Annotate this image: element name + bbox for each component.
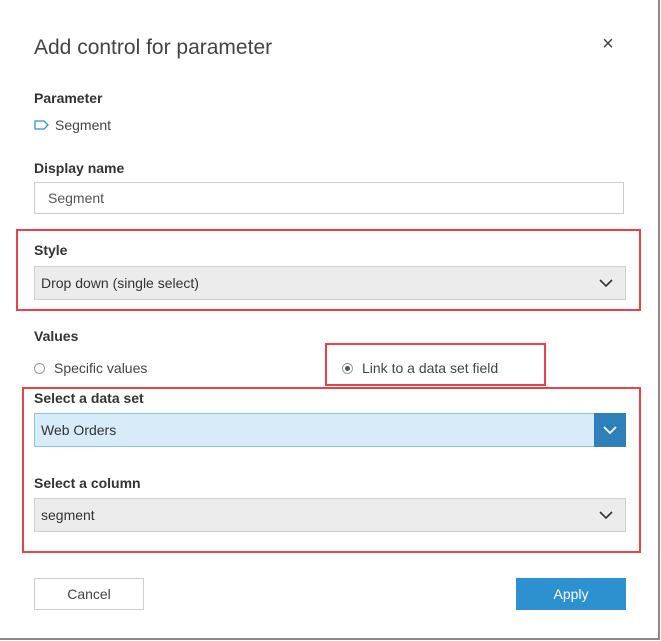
parameter-value: Segment — [34, 115, 111, 135]
chevron-down-icon — [599, 511, 613, 520]
values-label: Values — [34, 328, 79, 344]
dataset-selected-value: Web Orders — [41, 422, 117, 438]
apply-button[interactable]: Apply — [516, 578, 626, 610]
radio-link-to-data-set-field[interactable]: Link to a data set field — [342, 360, 498, 376]
radio-label: Specific values — [54, 360, 148, 376]
chevron-down-icon — [603, 426, 617, 435]
column-label: Select a column — [34, 475, 141, 491]
column-select[interactable]: segment — [34, 498, 626, 532]
parameter-name: Segment — [55, 117, 112, 133]
display-name-input[interactable]: Segment — [34, 182, 624, 214]
dialog-title: Add control for parameter — [34, 36, 273, 59]
style-label: Style — [34, 242, 68, 258]
parameter-label: Parameter — [34, 90, 103, 106]
close-icon[interactable]: × — [598, 34, 618, 54]
radio-button-checked-icon[interactable] — [342, 362, 353, 374]
radio-button-icon[interactable] — [34, 362, 45, 374]
chevron-down-icon — [599, 279, 613, 288]
radio-specific-values[interactable]: Specific values — [34, 360, 147, 376]
dataset-select[interactable]: Web Orders — [34, 413, 626, 447]
radio-label: Link to a data set field — [362, 360, 499, 376]
column-selected-value: segment — [41, 507, 95, 523]
dataset-label: Select a data set — [34, 390, 144, 406]
add-control-dialog: Add control for parameter × Parameter Se… — [0, 0, 660, 640]
cancel-button[interactable]: Cancel — [34, 578, 144, 610]
dataset-dropdown-button[interactable] — [594, 413, 626, 447]
style-selected-value: Drop down (single select) — [41, 275, 199, 291]
display-name-label: Display name — [34, 160, 125, 176]
style-select[interactable]: Drop down (single select) — [34, 266, 626, 300]
parameter-tag-icon — [34, 120, 49, 130]
